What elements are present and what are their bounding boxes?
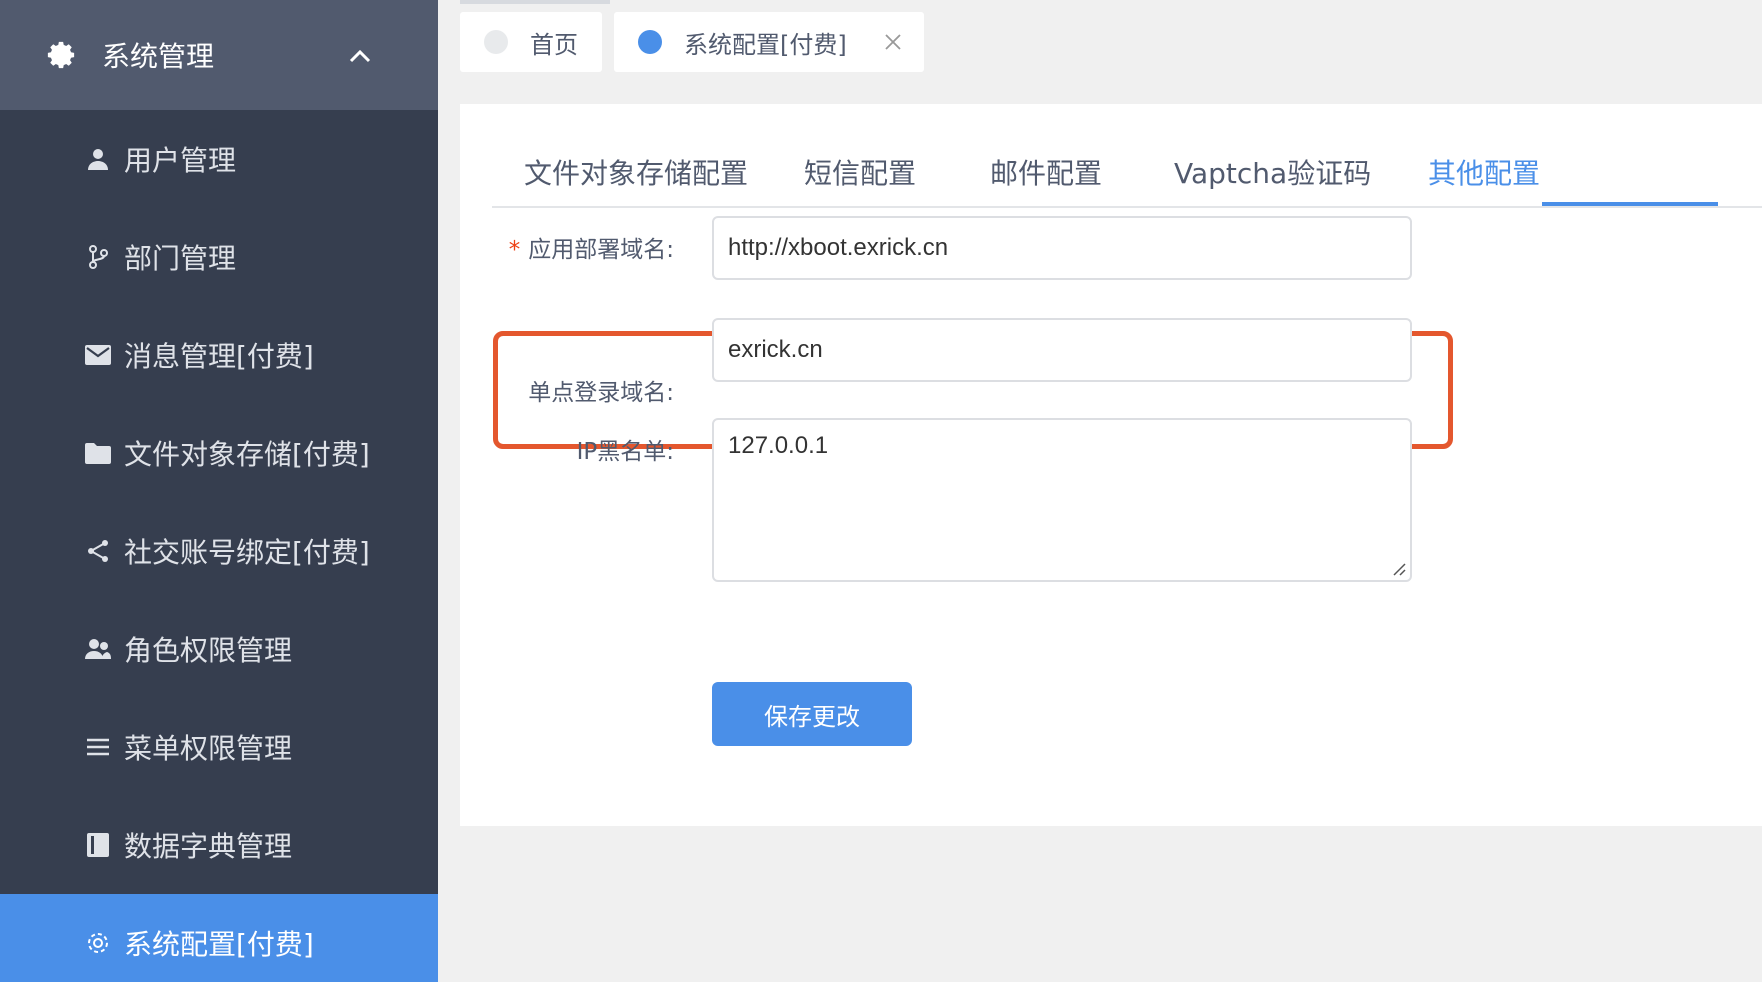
tab-status-dot (484, 30, 508, 54)
sidebar-item-label: 用户管理 (124, 144, 237, 177)
sidebar-item-label: 数据字典管理 (124, 830, 293, 863)
book-icon (84, 831, 112, 859)
sidebar-group-system-management[interactable]: 系统管理 (0, 0, 438, 110)
sidebar-item-dictionary[interactable]: 数据字典管理 (0, 796, 438, 894)
users-icon (84, 635, 112, 663)
gear-icon (47, 41, 75, 69)
list-icon (84, 733, 112, 761)
sidebar: 系统管理 用户管理 部门管理 消息管理[付费] 文件对象存储[付费] 社交账号绑… (0, 0, 438, 982)
mail-icon (84, 341, 112, 369)
sidebar-item-label: 文件对象存储[付费] (124, 438, 370, 471)
config-card: 文件对象存储配置 短信配置 邮件配置 Vaptcha验证码 其他配置 * 应用部署… (460, 104, 1762, 826)
sidebar-item-label: 消息管理[付费] (124, 340, 314, 373)
user-icon (84, 145, 112, 173)
ip-blacklist-label: IP黑名单: (576, 439, 674, 465)
sidebar-item-role-permissions[interactable]: 角色权限管理 (0, 600, 438, 698)
sso-domain-value: exrick.cn (728, 336, 823, 363)
config-subtabs: 文件对象存储配置 短信配置 邮件配置 Vaptcha验证码 其他配置 (492, 104, 1762, 208)
subtab-sms[interactable]: 短信配置 (804, 152, 916, 192)
tab-home[interactable]: 首页 (460, 12, 602, 72)
required-mark: * (508, 237, 521, 263)
tab-label: 系统配置[付费] (684, 30, 847, 59)
sidebar-item-social-binding[interactable]: 社交账号绑定[付费] (0, 502, 438, 600)
save-button[interactable]: 保存更改 (712, 682, 912, 746)
sidebar-item-menu-permissions[interactable]: 菜单权限管理 (0, 698, 438, 796)
sidebar-header-label: 系统管理 (102, 40, 215, 73)
chevron-up-icon[interactable] (348, 48, 372, 64)
tab-bar: 首页 系统配置[付费] (438, 0, 1762, 86)
gear-icon (84, 929, 112, 957)
app-domain-input[interactable]: http://xboot.exrick.cn (712, 216, 1412, 280)
app-domain-label: * 应用部署域名: (508, 237, 674, 263)
sidebar-item-departments[interactable]: 部门管理 (0, 208, 438, 306)
ip-blacklist-value: 127.0.0.1 (728, 432, 829, 459)
sidebar-item-system-config[interactable]: 系统配置[付费] (0, 894, 438, 982)
subtab-active-indicator (1542, 202, 1718, 206)
sidebar-item-label: 部门管理 (124, 242, 237, 275)
folder-icon (84, 439, 112, 467)
share-icon (84, 537, 112, 565)
app-domain-value: http://xboot.exrick.cn (728, 234, 949, 261)
sidebar-item-messages[interactable]: 消息管理[付费] (0, 306, 438, 404)
branch-icon (84, 243, 112, 271)
sidebar-item-users[interactable]: 用户管理 (0, 110, 438, 208)
sidebar-item-label: 社交账号绑定[付费] (124, 536, 370, 569)
tab-label: 首页 (530, 30, 578, 59)
resize-handle-icon[interactable] (1390, 560, 1406, 576)
sidebar-item-label: 角色权限管理 (124, 634, 293, 667)
sidebar-item-label: 菜单权限管理 (124, 732, 293, 765)
ip-blacklist-textarea[interactable]: 127.0.0.1 (712, 418, 1412, 582)
subtab-email[interactable]: 邮件配置 (990, 152, 1102, 192)
subtab-other[interactable]: 其他配置 (1428, 152, 1540, 192)
tab-system-config[interactable]: 系统配置[付费] (614, 12, 924, 72)
sidebar-item-label: 系统配置[付费] (124, 928, 314, 961)
close-icon[interactable] (883, 32, 903, 52)
subtab-vaptcha[interactable]: Vaptcha验证码 (1174, 152, 1371, 192)
sso-domain-input[interactable]: exrick.cn (712, 318, 1412, 382)
sidebar-item-file-storage[interactable]: 文件对象存储[付费] (0, 404, 438, 502)
tab-scroll-indicator (460, 0, 610, 4)
tab-status-dot (638, 30, 662, 54)
subtab-file-storage[interactable]: 文件对象存储配置 (524, 152, 748, 192)
